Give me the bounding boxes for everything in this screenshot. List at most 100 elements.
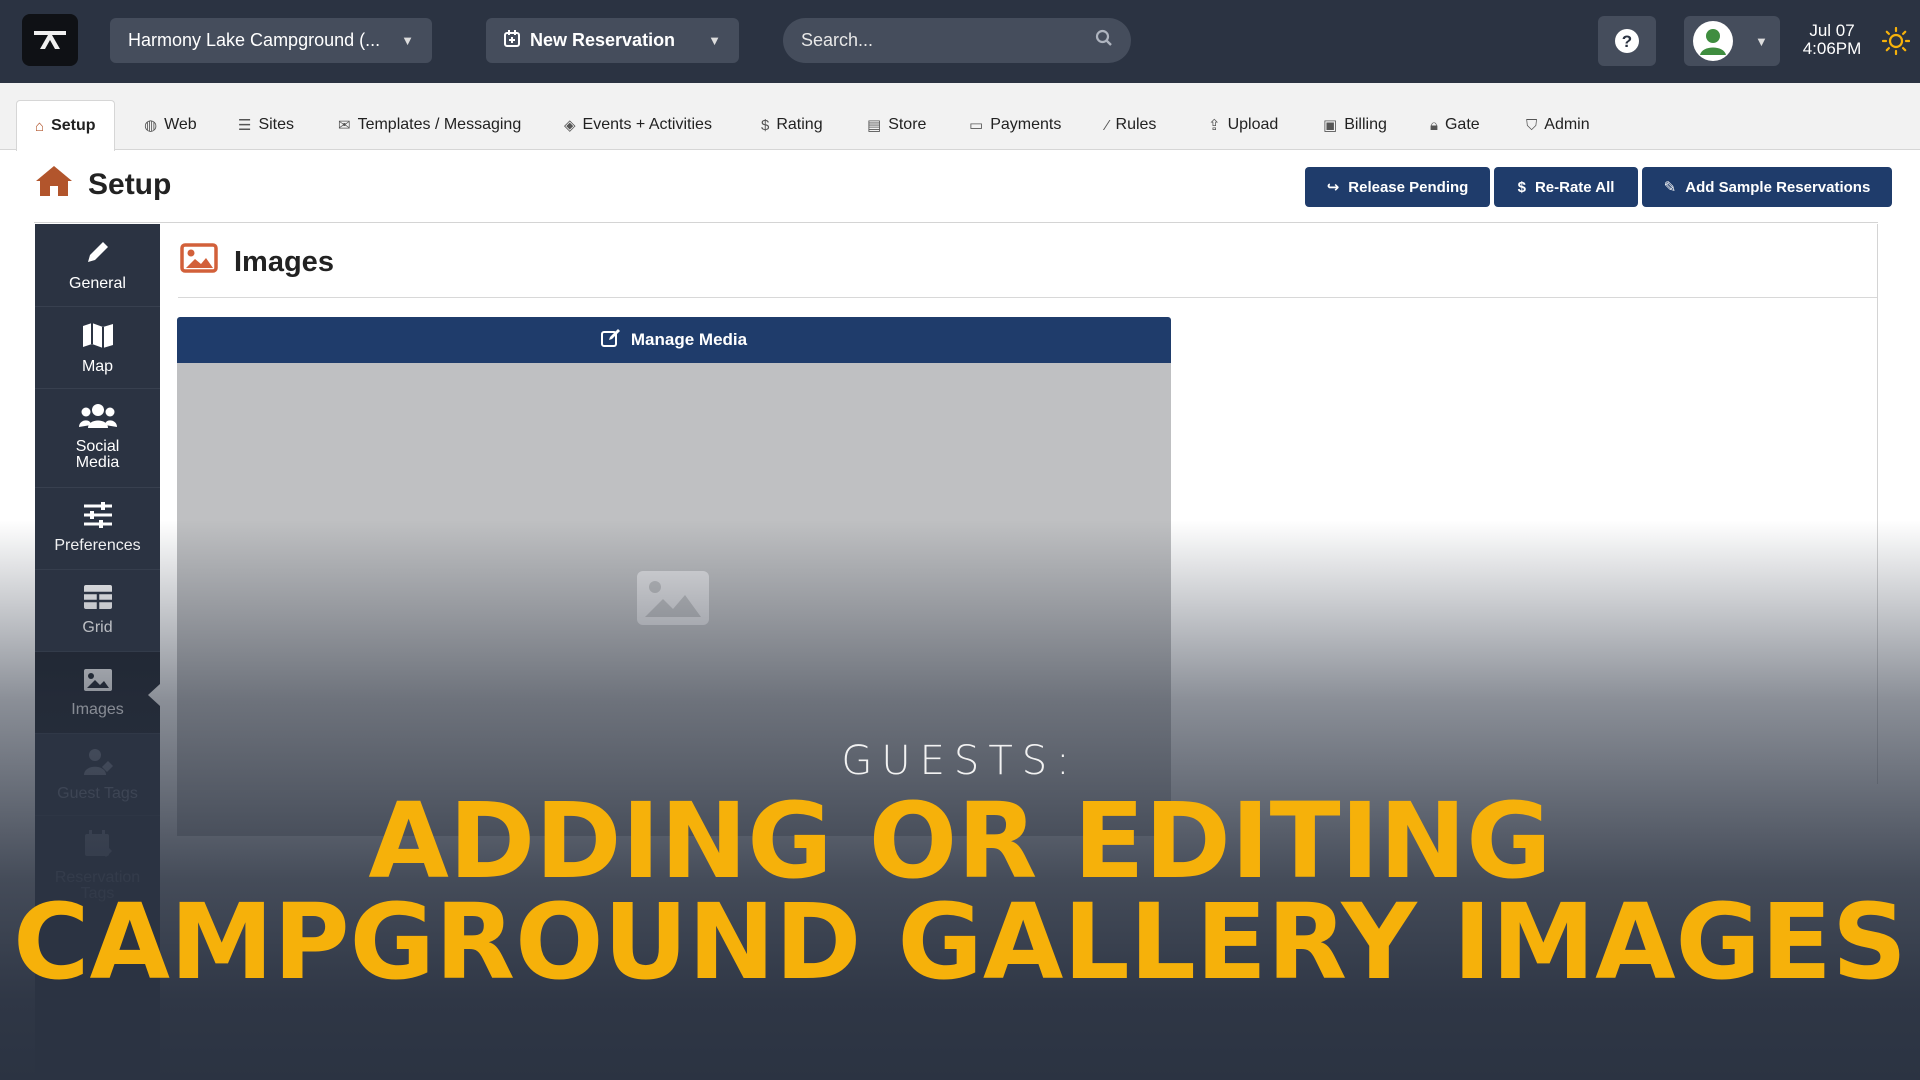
rerate-all-button[interactable]: $ Re-Rate All bbox=[1494, 167, 1638, 207]
user-menu[interactable]: ▼ bbox=[1684, 16, 1780, 66]
credit-card-icon: ▭ bbox=[969, 117, 984, 134]
tab-label: Web bbox=[164, 116, 197, 133]
campground-selector[interactable]: Harmony Lake Campground (... ▼ bbox=[110, 18, 432, 63]
campground-label: Harmony Lake Campground (... bbox=[128, 30, 381, 50]
grid-icon bbox=[35, 584, 160, 614]
page-title: Setup bbox=[34, 164, 171, 206]
chevron-down-icon: ▼ bbox=[1755, 33, 1768, 49]
overlay-headline-line2: CAMPGROUND GALLERY IMAGES bbox=[13, 881, 1907, 1003]
button-label: Add Sample Reservations bbox=[1685, 178, 1871, 196]
globe-icon: ◍ bbox=[144, 117, 158, 134]
sidebar-item-label: General bbox=[69, 275, 126, 292]
tab-rating[interactable]: $ Rating bbox=[743, 100, 841, 150]
avatar bbox=[1693, 21, 1733, 61]
page-title-text: Setup bbox=[88, 168, 172, 201]
pencil-icon bbox=[35, 238, 160, 270]
question-circle-icon: ? bbox=[1615, 29, 1639, 53]
list-icon: ☰ bbox=[238, 117, 252, 134]
tab-label: Store bbox=[888, 116, 927, 133]
new-reservation-button[interactable]: New Reservation ▼ bbox=[486, 18, 739, 63]
sidebar-item-images[interactable]: Images bbox=[35, 652, 160, 734]
users-icon bbox=[35, 403, 160, 433]
help-button[interactable]: ? bbox=[1598, 16, 1656, 66]
envelope-icon: ✉ bbox=[338, 117, 351, 134]
ticket-icon: ◈ bbox=[564, 117, 576, 134]
add-sample-reservations-button[interactable]: ✎ Add Sample Reservations bbox=[1642, 167, 1892, 207]
sidebar-item-preferences[interactable]: Preferences bbox=[35, 488, 160, 570]
home-icon bbox=[34, 164, 74, 206]
sidebar-item-label: Grid bbox=[82, 619, 113, 636]
search-icon[interactable] bbox=[1095, 29, 1113, 52]
sidebar-item-label: Images bbox=[71, 701, 124, 718]
release-pending-button[interactable]: ↪ Release Pending bbox=[1305, 167, 1490, 207]
button-label: Re-Rate All bbox=[1534, 178, 1615, 196]
divider bbox=[178, 297, 1877, 298]
tab-upload[interactable]: ⇪ Upload bbox=[1190, 100, 1296, 150]
sidebar-item-social-media[interactable]: Social Media bbox=[35, 389, 160, 488]
manage-media-button[interactable]: Manage Media bbox=[177, 317, 1171, 363]
manage-media-label: Manage Media bbox=[630, 330, 748, 349]
tab-sites[interactable]: ☰ Sites bbox=[220, 100, 312, 150]
tab-label: Upload bbox=[1227, 116, 1279, 133]
new-reservation-label: New Reservation bbox=[530, 30, 676, 50]
section-title: Images bbox=[180, 243, 334, 281]
button-label: Release Pending bbox=[1348, 178, 1469, 196]
svg-text:?: ? bbox=[1622, 32, 1632, 51]
tab-label: Payments bbox=[990, 116, 1062, 133]
date-text: Jul 07 bbox=[1809, 21, 1855, 40]
chevron-down-icon[interactable]: ▼ bbox=[708, 33, 721, 48]
image-icon bbox=[180, 243, 218, 281]
section-title-text: Images bbox=[234, 245, 334, 278]
logo-icon bbox=[34, 31, 66, 49]
tab-billing[interactable]: ▣ Billing bbox=[1305, 100, 1405, 150]
wand-icon: ✎ bbox=[1663, 179, 1677, 196]
sidebar-item-grid[interactable]: Grid bbox=[35, 570, 160, 652]
tab-events-activities[interactable]: ◈ Events + Activities bbox=[546, 100, 730, 150]
time-text: 4:06PM bbox=[1802, 39, 1862, 58]
home-icon: ⌂ bbox=[35, 117, 45, 135]
tab-payments[interactable]: ▭ Payments bbox=[951, 100, 1079, 150]
billing-icon: ▣ bbox=[1323, 117, 1338, 134]
app-logo[interactable] bbox=[22, 14, 78, 66]
lock-icon: 🔒︎ bbox=[1430, 116, 1438, 134]
image-icon bbox=[35, 668, 160, 696]
chevron-down-icon: ▼ bbox=[401, 33, 414, 48]
tab-rules[interactable]: ⁄ Rules bbox=[1088, 100, 1174, 150]
tab-web[interactable]: ◍ Web bbox=[126, 100, 215, 150]
tab-label: Events + Activities bbox=[582, 116, 712, 133]
sliders-icon bbox=[35, 502, 160, 532]
tab-store[interactable]: ▤ Store bbox=[849, 100, 944, 150]
tab-label: Templates / Messaging bbox=[357, 116, 522, 133]
sidebar-item-map[interactable]: Map bbox=[35, 307, 160, 389]
divider bbox=[34, 222, 1878, 223]
edit-icon bbox=[600, 328, 621, 353]
date-time: Jul 07 4:06PM bbox=[1792, 22, 1872, 58]
store-icon: ▤ bbox=[867, 117, 882, 134]
upload-icon: ⇪ bbox=[1208, 117, 1221, 134]
tab-label: Rules bbox=[1115, 116, 1157, 133]
shield-icon: ⛉ bbox=[1526, 116, 1538, 134]
search-input[interactable]: Search... bbox=[783, 18, 1131, 63]
tab-label: Sites bbox=[258, 116, 295, 133]
dollar-icon: $ bbox=[1517, 178, 1526, 196]
tab-gate[interactable]: 🔒︎ Gate bbox=[1412, 100, 1498, 150]
tab-admin[interactable]: ⛉ Admin bbox=[1508, 100, 1608, 150]
sidebar-item-label: Map bbox=[81, 358, 114, 375]
tab-templates-messaging[interactable]: ✉ Templates / Messaging bbox=[320, 100, 539, 150]
overlay-kicker: GUESTS: bbox=[841, 738, 1079, 784]
sidebar-item-label: Preferences bbox=[54, 537, 141, 554]
tab-label: Billing bbox=[1344, 116, 1387, 133]
overlay-headline-line1: ADDING OR EDITING bbox=[368, 780, 1552, 902]
content-border bbox=[1877, 224, 1878, 784]
tab-label: Admin bbox=[1544, 116, 1590, 133]
dollar-icon: $ bbox=[761, 116, 770, 134]
wand-icon: ⁄ bbox=[1106, 116, 1109, 134]
sun-icon[interactable] bbox=[1881, 26, 1911, 60]
sidebar-item-general[interactable]: General bbox=[35, 224, 160, 307]
tab-setup[interactable]: ⌂ Setup bbox=[16, 100, 115, 151]
map-icon bbox=[35, 321, 160, 353]
top-navbar: Harmony Lake Campground (... ▼ New Reser… bbox=[0, 0, 1920, 83]
tab-label: Setup bbox=[51, 117, 96, 134]
search-placeholder: Search... bbox=[801, 30, 874, 50]
tab-label: Rating bbox=[776, 116, 823, 133]
